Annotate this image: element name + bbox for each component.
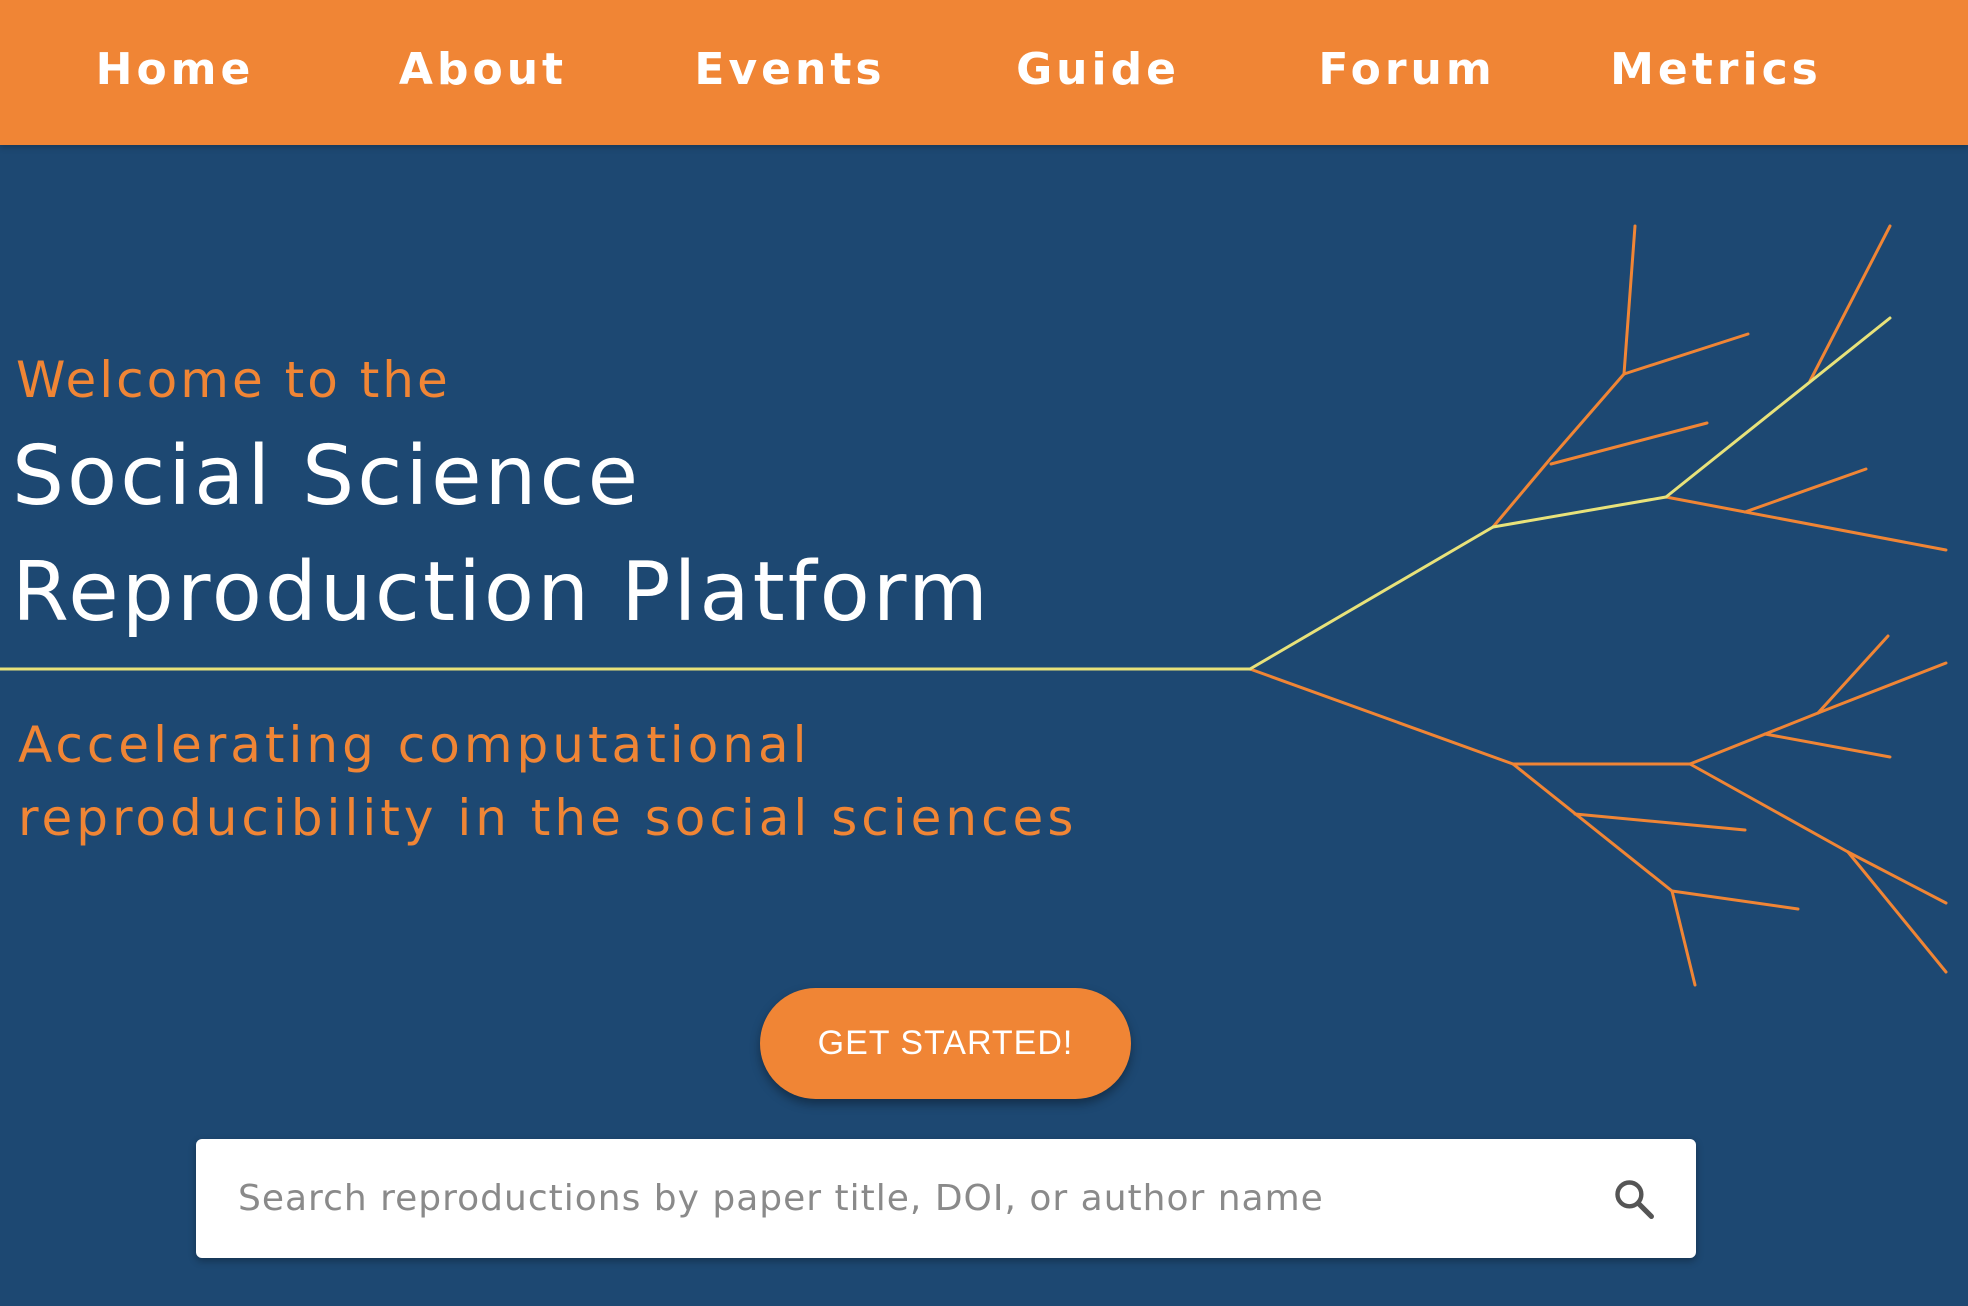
page-title-line-2: Reproduction Platform <box>12 545 991 640</box>
search-bar <box>196 1139 1696 1258</box>
nav-item-events[interactable]: Events <box>640 0 940 138</box>
nav-item-metrics[interactable]: Metrics <box>1566 0 1866 138</box>
branching-tree-graphic <box>0 224 1948 987</box>
tagline-line-2: reproducibility in the social sciences <box>18 789 1078 847</box>
top-navbar: Home About Events Guide Forum Metrics <box>0 0 1968 145</box>
search-input[interactable] <box>236 1139 1576 1258</box>
nav-item-home[interactable]: Home <box>25 0 325 138</box>
tagline-line-1: Accelerating computational <box>18 716 811 774</box>
nav-item-guide[interactable]: Guide <box>948 0 1248 138</box>
page-title-line-1: Social Science <box>12 429 642 524</box>
get-started-button[interactable]: GET STARTED! <box>760 988 1131 1099</box>
nav-item-about[interactable]: About <box>333 0 633 138</box>
search-icon[interactable] <box>1612 1177 1656 1221</box>
nav-item-forum[interactable]: Forum <box>1257 0 1557 138</box>
welcome-text: Welcome to the <box>16 351 451 409</box>
